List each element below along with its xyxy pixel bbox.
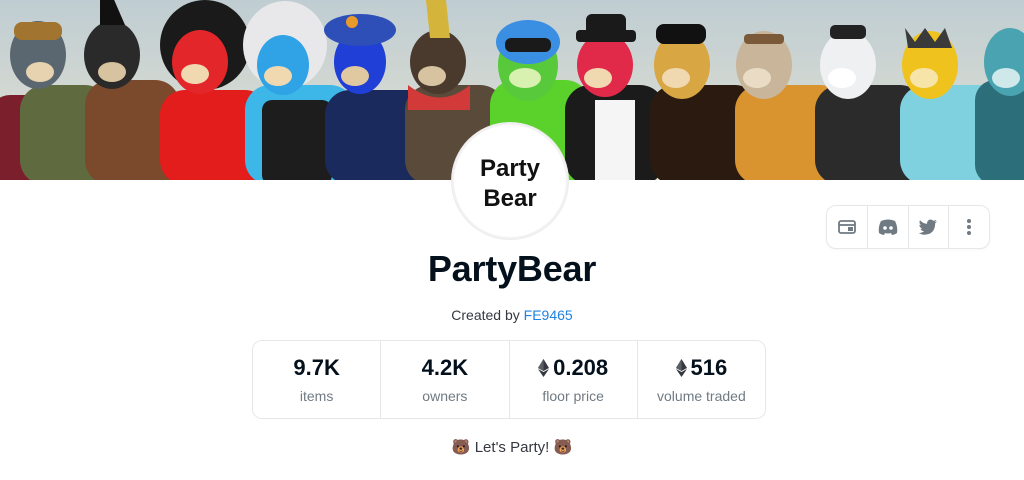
creator-link[interactable]: FE9465 <box>524 307 573 323</box>
collection-actions <box>826 205 990 249</box>
ethereum-icon <box>675 359 687 377</box>
creator-line: Created by FE9465 <box>0 307 1024 323</box>
logo-text-line2: Bear <box>483 185 536 212</box>
stat-value-text: 516 <box>690 355 728 380</box>
stat-label: owners <box>422 388 468 404</box>
stat-value: 9.7K <box>293 355 339 381</box>
partybear-logo-icon: Party Bear <box>480 155 541 212</box>
more-options-button[interactable] <box>949 206 989 248</box>
stat-value: 516 <box>675 355 728 381</box>
stat-value-text: 0.208 <box>553 355 609 380</box>
more-options-icon <box>967 219 972 235</box>
created-by-label: Created by <box>451 307 520 323</box>
website-icon <box>837 220 856 234</box>
website-button[interactable] <box>827 206 868 248</box>
twitter-icon <box>918 219 938 235</box>
stat-owners[interactable]: 4.2K owners <box>381 341 510 418</box>
stat-floor-price[interactable]: 0.208 floor price <box>510 341 638 418</box>
ethereum-icon <box>538 359 550 377</box>
twitter-button[interactable] <box>909 206 950 248</box>
discord-icon <box>878 219 897 235</box>
stat-volume-traded[interactable]: 516 volume traded <box>638 341 765 418</box>
collection-stats: 9.7K items 4.2K owners 0.208 floor price <box>252 340 766 419</box>
logo-text-line1: Party <box>480 155 541 182</box>
stat-value-text: 4.2K <box>421 355 469 380</box>
stat-value-text: 9.7K <box>293 355 340 380</box>
stat-label: volume traded <box>657 388 746 404</box>
collection-description: 🐻 Let's Party! 🐻 <box>451 439 573 456</box>
collection-title: PartyBear <box>427 248 597 289</box>
stat-value: 4.2K <box>422 355 468 381</box>
stat-items[interactable]: 9.7K items <box>253 341 382 418</box>
stat-value: 0.208 <box>538 355 608 381</box>
stat-label: floor price <box>542 388 604 404</box>
collection-logo: Party Bear <box>452 123 568 239</box>
discord-button[interactable] <box>868 206 909 248</box>
stat-label: items <box>299 388 334 404</box>
